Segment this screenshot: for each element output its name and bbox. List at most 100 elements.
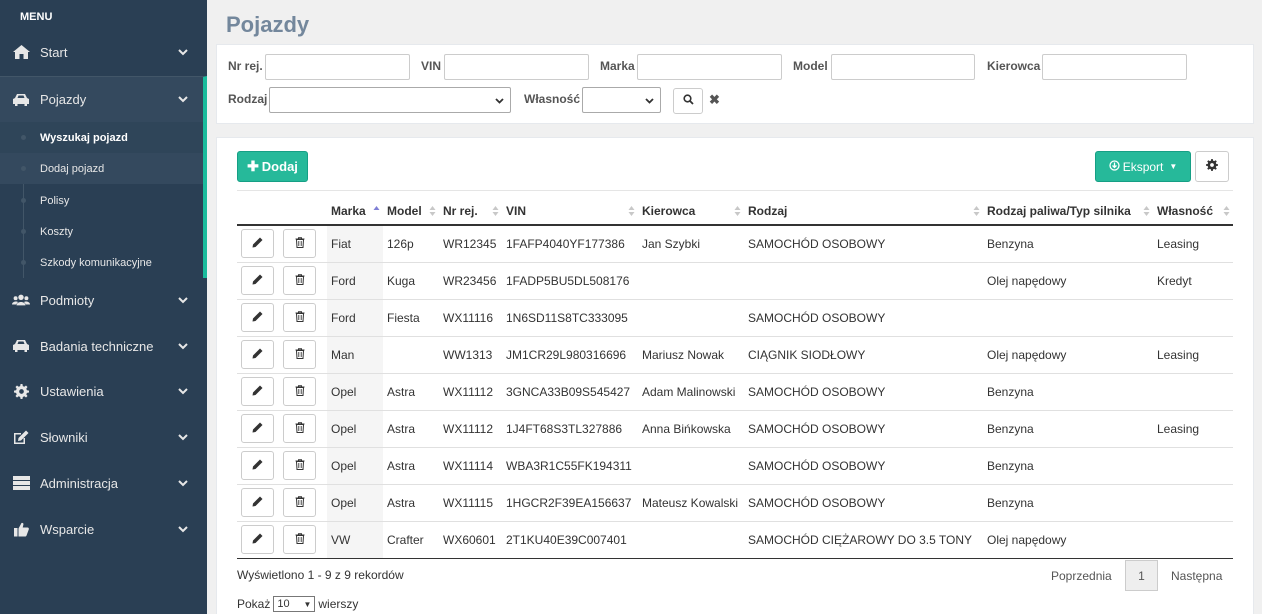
delete-button[interactable] [283, 525, 316, 554]
cell-vin: 3GNCA33B09S545427 [502, 373, 638, 411]
gear-icon [1206, 159, 1218, 174]
sidebar-item-koszty[interactable]: Koszty [0, 216, 203, 247]
page-size-prefix: Pokaż [237, 597, 271, 611]
model-input[interactable] [831, 54, 975, 80]
delete-button[interactable] [283, 488, 316, 517]
cell-nr-rej: WX11112 [439, 373, 502, 411]
col-wlasnosc[interactable]: Własność [1153, 198, 1233, 226]
nav-pojazdy[interactable]: Pojazdy [0, 76, 207, 122]
pagination-page[interactable]: 1 [1125, 560, 1158, 591]
cell-actions [237, 225, 327, 263]
chevron-down-icon [178, 387, 190, 395]
sub-label: Wyszukaj pojazd [40, 131, 128, 144]
cell-model: Fiesta [383, 299, 439, 337]
nr-rej-input[interactable] [265, 54, 410, 80]
edit-button[interactable] [241, 488, 274, 517]
sidebar-item-dodaj[interactable]: Dodaj pojazd [0, 153, 203, 184]
column-settings-button[interactable] [1195, 151, 1229, 182]
cell-actions [237, 299, 327, 337]
col-marka[interactable]: Marka [327, 198, 383, 226]
edit-button[interactable] [241, 340, 274, 369]
nav-wsparcie[interactable]: Wsparcie [0, 506, 207, 552]
cell-wlasnosc: Leasing [1153, 225, 1233, 263]
cell-actions [237, 410, 327, 448]
nav-ustawienia[interactable]: Ustawienia [0, 368, 207, 414]
edit-button[interactable] [241, 303, 274, 332]
records-info: Wyświetlono 1 - 9 z 9 rekordów [237, 568, 404, 582]
cell-vin: WBA3R1C55FK194311 [502, 447, 638, 485]
edit-icon [12, 429, 30, 445]
rodzaj-select[interactable] [269, 87, 511, 113]
col-kierowca[interactable]: Kierowca [638, 198, 744, 226]
search-button[interactable] [673, 88, 703, 114]
cell-paliwo [983, 299, 1153, 337]
delete-button[interactable] [283, 340, 316, 369]
cell-model: Astra [383, 410, 439, 448]
col-rodzaj[interactable]: Rodzaj [744, 198, 983, 226]
edit-button[interactable] [241, 451, 274, 480]
cell-paliwo: Benzyna [983, 484, 1153, 522]
col-nr-rej[interactable]: Nr rej. [439, 198, 502, 226]
nav-label: Podmioty [40, 292, 95, 308]
pencil-icon [252, 348, 263, 362]
delete-button[interactable] [283, 266, 316, 295]
cell-marka: Opel [327, 410, 383, 448]
page-size-row: Pokaż 10 ▼ wierszy [237, 596, 358, 612]
col-model[interactable]: Model [383, 198, 439, 226]
clear-filters-icon[interactable]: ✖ [709, 92, 720, 108]
vin-input[interactable] [444, 54, 589, 80]
edit-button[interactable] [241, 266, 274, 295]
marka-input[interactable] [637, 54, 782, 80]
wlasnosc-select[interactable] [582, 87, 661, 113]
nav-start[interactable]: Start [0, 29, 207, 75]
cell-kierowca [638, 447, 744, 485]
filter-label-marka: Marka [600, 59, 635, 73]
delete-button[interactable] [283, 303, 316, 332]
nav-administracja[interactable]: Administracja [0, 460, 207, 506]
sidebar-item-polisy[interactable]: Polisy [0, 185, 203, 216]
delete-button[interactable] [283, 377, 316, 406]
export-button[interactable]: Eksport ▼ [1095, 151, 1191, 182]
cell-wlasnosc [1153, 373, 1233, 411]
cell-model [383, 336, 439, 374]
cell-kierowca [638, 299, 744, 337]
pagination-next[interactable]: Następna [1171, 569, 1222, 583]
cell-vin: 1J4FT68S3TL327886 [502, 410, 638, 448]
edit-button[interactable] [241, 525, 274, 554]
sidebar-item-wyszukaj[interactable]: Wyszukaj pojazd [0, 122, 203, 153]
table-row: VW Crafter WX60601 2T1KU40E39C007401 SAMOCHÓ… [237, 521, 1233, 559]
cell-nr-rej: WW1313 [439, 336, 502, 374]
table-row: Ford Fiesta WX11116 1N6SD11S8TC333095 SAMOCH… [237, 299, 1233, 337]
cell-rodzaj: SAMOCHÓD OSOBOWY [744, 447, 983, 485]
filter-label-wlasnosc: Własność [524, 92, 581, 106]
chevron-down-icon [178, 96, 190, 103]
cell-marka: Opel [327, 484, 383, 522]
kierowca-input[interactable] [1042, 54, 1187, 80]
cell-marka: Opel [327, 373, 383, 411]
delete-button[interactable] [283, 414, 316, 443]
cell-marka: VW [327, 521, 383, 559]
edit-button[interactable] [241, 229, 274, 259]
chevron-down-icon: ▼ [303, 599, 312, 609]
col-paliwo[interactable]: Rodzaj paliwa/Typ silnika [983, 198, 1153, 226]
nav-badania[interactable]: Badania techniczne [0, 323, 207, 369]
page-size-select[interactable]: 10 ▼ [273, 596, 316, 612]
edit-button[interactable] [241, 377, 274, 406]
nav-slowniki[interactable]: Słowniki [0, 414, 207, 460]
nav-podmioty[interactable]: Podmioty [0, 277, 207, 323]
cell-actions [237, 373, 327, 411]
delete-button[interactable] [283, 451, 316, 480]
chevron-down-icon [495, 93, 504, 107]
edit-button[interactable] [241, 414, 274, 443]
cell-model: Crafter [383, 521, 439, 559]
cell-nr-rej: WX11116 [439, 299, 502, 337]
pagination-prev[interactable]: Poprzednia [1051, 569, 1112, 583]
divider [237, 190, 1233, 191]
sidebar-item-szkody[interactable]: Szkody komunikacyjne [0, 247, 203, 278]
delete-button[interactable] [283, 229, 316, 259]
add-vehicle-button[interactable]: ✚ Dodaj [237, 151, 308, 182]
trash-icon [295, 495, 305, 510]
col-vin[interactable]: VIN [502, 198, 638, 226]
filter-label-model: Model [793, 59, 828, 73]
trash-icon [295, 310, 305, 325]
